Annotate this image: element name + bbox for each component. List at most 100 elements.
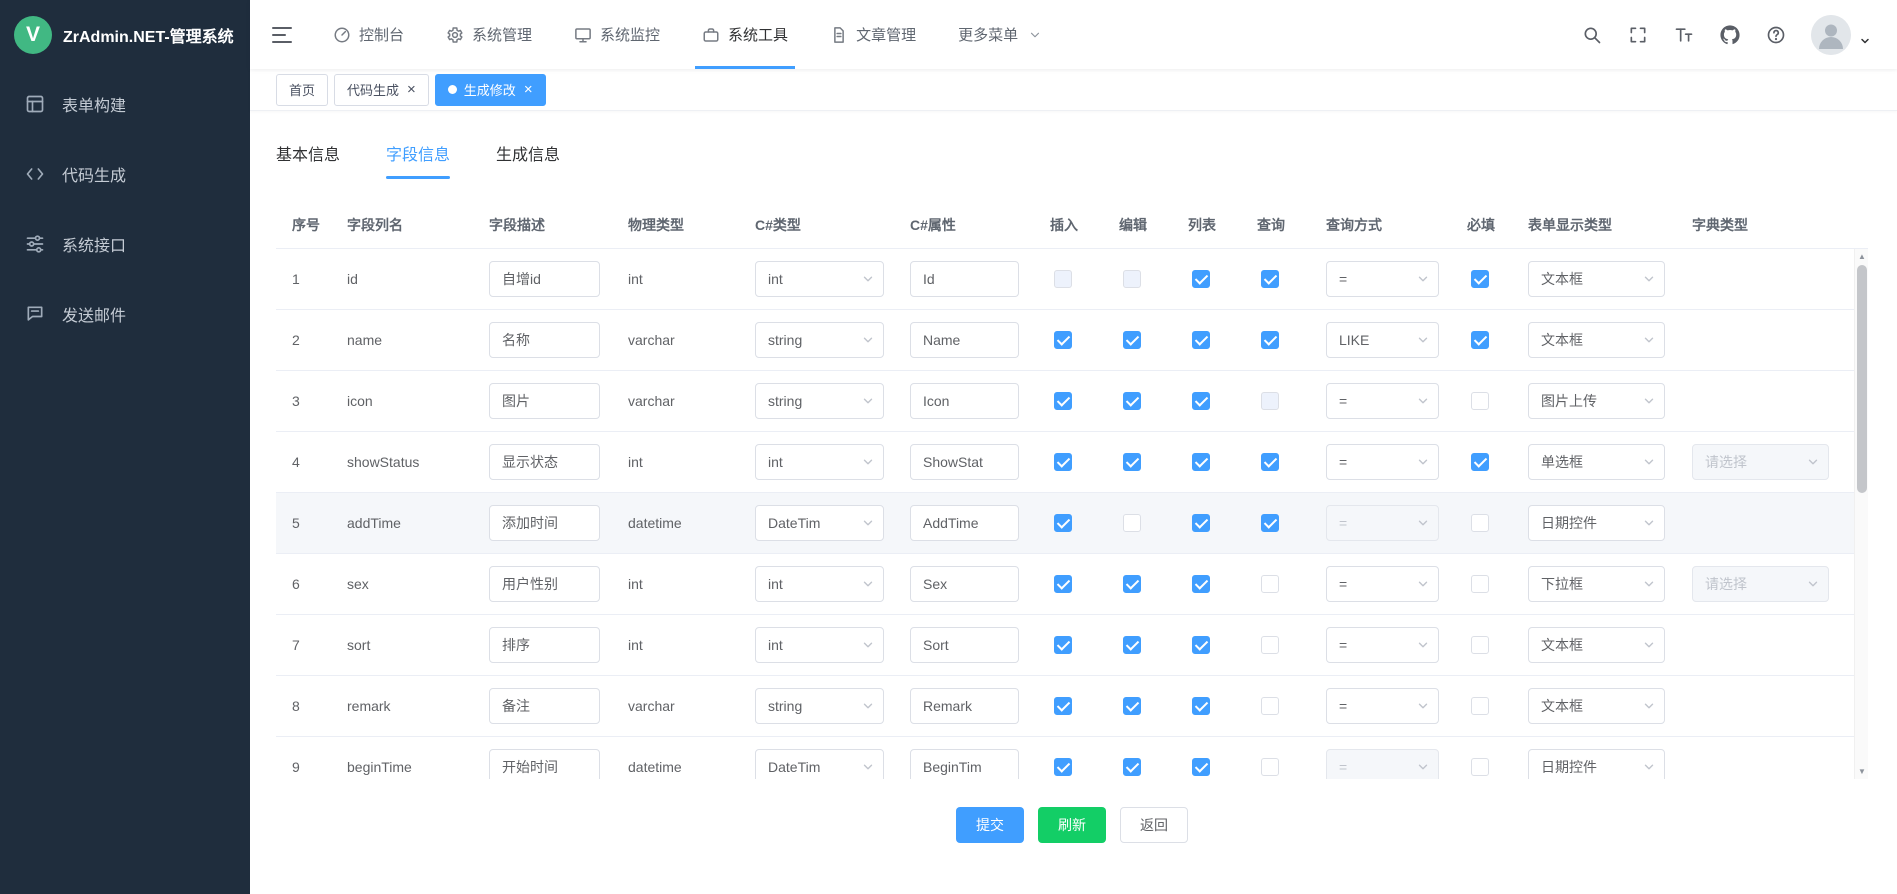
display-type-select[interactable]: 文本框 bbox=[1528, 261, 1665, 297]
content-tab-field-info[interactable]: 字段信息 bbox=[386, 141, 450, 179]
query-checkbox[interactable] bbox=[1261, 575, 1279, 593]
nav-item-article-manage[interactable]: 文章管理 bbox=[809, 0, 937, 69]
workspace-tab-code-generation[interactable]: 代码生成 × bbox=[334, 74, 429, 106]
required-checkbox[interactable] bbox=[1471, 270, 1489, 288]
query-checkbox[interactable] bbox=[1261, 270, 1279, 288]
display-type-select[interactable]: 文本框 bbox=[1528, 322, 1665, 358]
edit-checkbox[interactable] bbox=[1123, 758, 1141, 776]
font-size-icon[interactable] bbox=[1673, 24, 1695, 46]
required-checkbox[interactable] bbox=[1471, 636, 1489, 654]
nav-item-system-tools[interactable]: 系统工具 bbox=[681, 0, 809, 69]
help-icon[interactable] bbox=[1765, 24, 1787, 46]
dict-type-select[interactable]: 请选择 bbox=[1692, 566, 1829, 602]
display-type-select[interactable]: 日期控件 bbox=[1528, 505, 1665, 541]
csharp-type-select[interactable]: string bbox=[755, 322, 884, 358]
required-checkbox[interactable] bbox=[1471, 392, 1489, 410]
nav-item-system-monitor[interactable]: 系统监控 bbox=[553, 0, 681, 69]
query-type-select[interactable]: = bbox=[1326, 749, 1439, 779]
query-checkbox[interactable] bbox=[1261, 453, 1279, 471]
edit-checkbox[interactable] bbox=[1123, 697, 1141, 715]
insert-checkbox[interactable] bbox=[1054, 697, 1072, 715]
required-checkbox[interactable] bbox=[1471, 453, 1489, 471]
edit-checkbox[interactable] bbox=[1123, 270, 1141, 288]
refresh-button[interactable]: 刷新 bbox=[1038, 807, 1106, 843]
description-input[interactable]: 用户性别 bbox=[489, 566, 600, 602]
avatar[interactable] bbox=[1811, 15, 1851, 55]
csharp-type-select[interactable]: int bbox=[755, 261, 884, 297]
display-type-select[interactable]: 单选框 bbox=[1528, 444, 1665, 480]
display-type-select[interactable]: 图片上传 bbox=[1528, 383, 1665, 419]
scrollbar-thumb[interactable] bbox=[1857, 265, 1867, 493]
content-tab-basic-info[interactable]: 基本信息 bbox=[276, 141, 340, 179]
dict-type-select[interactable]: 请选择 bbox=[1692, 444, 1829, 480]
list-checkbox[interactable] bbox=[1192, 392, 1210, 410]
insert-checkbox[interactable] bbox=[1054, 758, 1072, 776]
csharp-type-select[interactable]: DateTim bbox=[755, 749, 884, 779]
nav-item-dashboard[interactable]: 控制台 bbox=[312, 0, 425, 69]
required-checkbox[interactable] bbox=[1471, 758, 1489, 776]
query-type-select[interactable]: = bbox=[1326, 627, 1439, 663]
query-type-select[interactable]: = bbox=[1326, 688, 1439, 724]
required-checkbox[interactable] bbox=[1471, 514, 1489, 532]
display-type-select[interactable]: 文本框 bbox=[1528, 627, 1665, 663]
description-input[interactable]: 开始时间 bbox=[489, 749, 600, 779]
csharp-type-select[interactable]: int bbox=[755, 627, 884, 663]
description-input[interactable]: 添加时间 bbox=[489, 505, 600, 541]
insert-checkbox[interactable] bbox=[1054, 636, 1072, 654]
edit-checkbox[interactable] bbox=[1123, 575, 1141, 593]
description-input[interactable]: 名称 bbox=[489, 322, 600, 358]
csharp-property-input[interactable]: Name bbox=[910, 322, 1019, 358]
nav-item-more-menu[interactable]: 更多菜单 bbox=[937, 0, 1063, 69]
required-checkbox[interactable] bbox=[1471, 697, 1489, 715]
table-scrollbar[interactable]: ▲ ▼ bbox=[1854, 249, 1868, 779]
query-type-select[interactable]: = bbox=[1326, 566, 1439, 602]
list-checkbox[interactable] bbox=[1192, 514, 1210, 532]
csharp-property-input[interactable]: Sort bbox=[910, 627, 1019, 663]
edit-checkbox[interactable] bbox=[1123, 453, 1141, 471]
insert-checkbox[interactable] bbox=[1054, 575, 1072, 593]
scroll-up-arrow[interactable]: ▲ bbox=[1855, 252, 1868, 261]
list-checkbox[interactable] bbox=[1192, 636, 1210, 654]
sidebar-item-code-generation[interactable]: 代码生成 bbox=[0, 139, 250, 209]
query-type-select[interactable]: = bbox=[1326, 444, 1439, 480]
insert-checkbox[interactable] bbox=[1054, 392, 1072, 410]
insert-checkbox[interactable] bbox=[1054, 514, 1072, 532]
display-type-select[interactable]: 日期控件 bbox=[1528, 749, 1665, 779]
search-icon[interactable] bbox=[1581, 24, 1603, 46]
workspace-tab-generate-edit[interactable]: 生成修改 × bbox=[435, 74, 546, 106]
csharp-type-select[interactable]: int bbox=[755, 444, 884, 480]
sidebar-item-send-mail[interactable]: 发送邮件 bbox=[0, 279, 250, 349]
back-button[interactable]: 返回 bbox=[1120, 807, 1188, 843]
close-icon[interactable]: × bbox=[407, 82, 416, 97]
content-tab-generate-info[interactable]: 生成信息 bbox=[496, 141, 560, 179]
description-input[interactable]: 备注 bbox=[489, 688, 600, 724]
github-icon[interactable] bbox=[1719, 24, 1741, 46]
insert-checkbox[interactable] bbox=[1054, 331, 1072, 349]
description-input[interactable]: 自增id bbox=[489, 261, 600, 297]
fullscreen-icon[interactable] bbox=[1627, 24, 1649, 46]
list-checkbox[interactable] bbox=[1192, 575, 1210, 593]
csharp-property-input[interactable]: AddTime bbox=[910, 505, 1019, 541]
query-checkbox[interactable] bbox=[1261, 697, 1279, 715]
edit-checkbox[interactable] bbox=[1123, 392, 1141, 410]
csharp-type-select[interactable]: int bbox=[755, 566, 884, 602]
chevron-down-icon[interactable] bbox=[1859, 35, 1871, 47]
query-checkbox[interactable] bbox=[1261, 758, 1279, 776]
csharp-property-input[interactable]: Icon bbox=[910, 383, 1019, 419]
list-checkbox[interactable] bbox=[1192, 453, 1210, 471]
required-checkbox[interactable] bbox=[1471, 331, 1489, 349]
csharp-type-select[interactable]: string bbox=[755, 688, 884, 724]
csharp-property-input[interactable]: BeginTim bbox=[910, 749, 1019, 779]
query-type-select[interactable]: LIKE bbox=[1326, 322, 1439, 358]
edit-checkbox[interactable] bbox=[1123, 331, 1141, 349]
edit-checkbox[interactable] bbox=[1123, 514, 1141, 532]
list-checkbox[interactable] bbox=[1192, 331, 1210, 349]
query-type-select[interactable]: = bbox=[1326, 505, 1439, 541]
required-checkbox[interactable] bbox=[1471, 575, 1489, 593]
sidebar-item-form-builder[interactable]: 表单构建 bbox=[0, 69, 250, 139]
csharp-property-input[interactable]: ShowStat bbox=[910, 444, 1019, 480]
hamburger-icon[interactable] bbox=[270, 23, 294, 47]
query-type-select[interactable]: = bbox=[1326, 261, 1439, 297]
query-checkbox[interactable] bbox=[1261, 392, 1279, 410]
insert-checkbox[interactable] bbox=[1054, 453, 1072, 471]
